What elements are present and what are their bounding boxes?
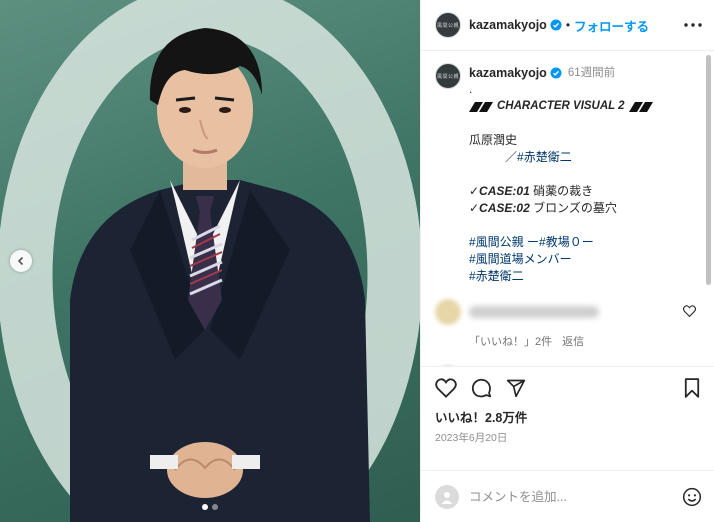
hashtag-link[interactable]: #風間道場メンバー [469, 251, 704, 268]
verified-badge-icon [550, 19, 562, 31]
carousel-dot-active [202, 504, 208, 510]
save-button[interactable] [684, 378, 700, 398]
heart-icon [435, 378, 457, 398]
user-avatar [435, 484, 459, 509]
comments-scrollbar[interactable] [706, 55, 711, 285]
instagram-post: 風間公親 kazamakyojo • フォローする 風間公親 kazamakyo… [0, 0, 714, 522]
caption-case-2: ✓CASE:02 ブロンズの墓穴 [469, 200, 704, 217]
emoji-icon [682, 487, 702, 506]
commenter-avatar[interactable] [435, 299, 461, 325]
caption-dot: . [469, 82, 473, 96]
portrait-photo [0, 0, 420, 522]
chevron-left-icon [17, 256, 24, 266]
bookmark-icon [684, 378, 700, 398]
caption-visual-title-line: CHARACTER VISUAL 2 [469, 98, 704, 115]
post-date[interactable]: 2023年6月20日 [435, 430, 700, 445]
comment-input[interactable] [469, 489, 682, 504]
post-header: 風間公親 kazamakyojo • フォローする [421, 0, 714, 51]
caption: 風間公親 kazamakyojo 61週間前 . CHARACTER VISUA… [435, 63, 704, 285]
add-comment-bar [421, 470, 714, 522]
heart-icon [683, 305, 696, 318]
carousel-prev-button[interactable] [10, 250, 32, 272]
case-title: ブロンズの墓穴 [533, 201, 617, 215]
comments-section[interactable]: 風間公親 kazamakyojo 61週間前 . CHARACTER VISUA… [421, 51, 714, 366]
reply-button[interactable]: 返信 [562, 333, 584, 349]
comment-button[interactable] [471, 378, 492, 399]
post-image[interactable] [0, 0, 420, 522]
carousel-dot [212, 504, 218, 510]
comment-item [435, 299, 704, 325]
user-silhouette-icon [441, 491, 453, 504]
send-icon [506, 379, 526, 398]
caption-avatar[interactable]: 風間公親 [435, 63, 461, 89]
slash-bar-icon [628, 101, 653, 112]
hashtag-link[interactable]: #風間公親 [469, 235, 524, 249]
caption-timestamp[interactable]: 61週間前 [568, 65, 615, 82]
share-button[interactable] [506, 378, 526, 398]
caption-case-1: ✓CASE:01 硝薬の裁き [469, 183, 704, 200]
more-horizontal-icon [684, 23, 702, 27]
header-separator: • [565, 18, 571, 32]
caption-actor-prefix: ／ [505, 150, 518, 164]
caption-tags-1: #風間公親 ー#教場０ー [469, 234, 704, 251]
carousel-indicator [0, 504, 420, 510]
comment-like-button[interactable] [683, 305, 696, 320]
avatar-badge-text: 風間公親 [436, 22, 459, 29]
post-side-panel: 風間公親 kazamakyojo • フォローする 風間公親 kazamakyo… [420, 0, 714, 522]
caption-character-name: 瓜原潤史 [469, 133, 518, 147]
more-options-button[interactable] [684, 23, 702, 27]
follow-button[interactable]: フォローする [574, 16, 649, 35]
blurred-comment-text [469, 306, 599, 318]
hashtag-link[interactable]: ー#教場０ー [524, 235, 594, 249]
comment-meta: 「いいね！」2件 返信 [469, 333, 704, 349]
hashtag-link[interactable]: #赤楚衛二 [517, 150, 572, 164]
account-avatar[interactable]: 風間公親 [435, 12, 461, 38]
avatar-badge-text: 風間公親 [436, 73, 459, 80]
post-actions-area: いいね！2.8万件 2023年6月20日 [421, 366, 714, 470]
action-bar [435, 375, 700, 401]
caption-actor-line: ／#赤楚衛二 [469, 149, 704, 166]
case-label: ✓CASE:01 [469, 184, 530, 198]
slash-bar-icon [469, 101, 493, 112]
caption-visual-title: CHARACTER VISUAL 2 [497, 100, 625, 112]
caption-body: kazamakyojo 61週間前 . CHARACTER VISUAL 2 瓜… [469, 63, 704, 285]
comment-likes-count[interactable]: 「いいね！」2件 [469, 333, 552, 349]
header-username[interactable]: kazamakyojo [469, 18, 547, 32]
emoji-button[interactable] [682, 487, 702, 507]
case-label: ✓CASE:02 [469, 201, 530, 215]
like-button[interactable] [435, 378, 457, 398]
hashtag-link[interactable]: #赤楚衛二 [469, 268, 704, 285]
verified-badge-icon [550, 67, 562, 79]
comment-icon [471, 378, 492, 397]
caption-username[interactable]: kazamakyojo [469, 65, 547, 82]
case-title: 硝薬の裁き [533, 184, 594, 198]
likes-count[interactable]: いいね！2.8万件 [435, 407, 700, 426]
